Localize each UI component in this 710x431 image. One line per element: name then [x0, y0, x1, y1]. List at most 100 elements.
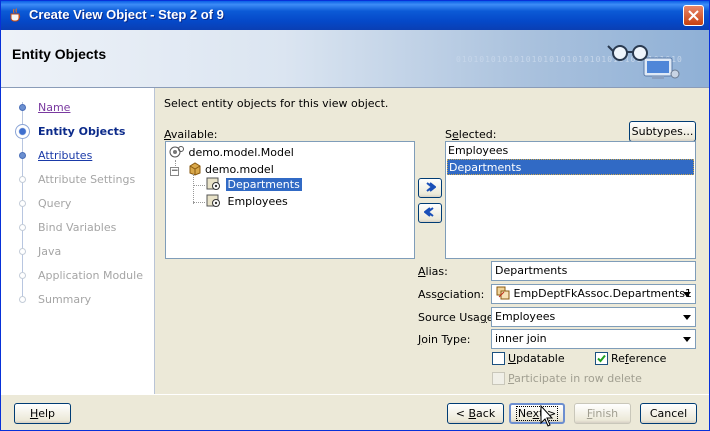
step-java: Java	[1, 242, 154, 262]
step-attribute-settings: Attribute Settings	[1, 170, 154, 190]
chevron-down-icon	[683, 292, 691, 297]
close-icon	[688, 10, 699, 21]
step-label: Java	[38, 245, 62, 258]
chevron-left-icon	[423, 207, 434, 217]
window-title: Create View Object - Step 2 of 9	[29, 7, 224, 22]
participate-label: Participate in row delete	[508, 372, 642, 385]
step-indicator-icon	[19, 296, 26, 303]
steps-sidebar: Name Entity Objects Attributes Attribute Se…	[1, 88, 155, 394]
join-type-combo[interactable]: inner join	[491, 329, 696, 349]
cancel-button[interactable]: Cancel	[640, 403, 697, 424]
available-label-text: vailable:	[170, 128, 218, 141]
finish-button[interactable]: Finish	[574, 403, 631, 424]
step-query: Query	[1, 194, 154, 214]
model-icon	[169, 146, 184, 158]
association-combo[interactable]: EmpDeptFkAssoc.Departments1	[491, 284, 696, 304]
mouse-cursor-icon	[540, 405, 554, 427]
step-indicator-icon	[19, 200, 26, 207]
participate-checkbox[interactable]	[492, 372, 505, 385]
source-usage-label: Source Usage:	[418, 311, 497, 324]
add-button[interactable]	[418, 178, 442, 198]
step-indicator-icon	[19, 248, 26, 255]
selected-list-item[interactable]: Employees	[447, 143, 694, 159]
step-label: Attribute Settings	[38, 173, 136, 186]
tree-item-employees[interactable]: Employees	[206, 194, 290, 210]
tree-package-label: demo.model	[205, 163, 274, 176]
selected-label-rest: lected:	[458, 128, 497, 141]
alias-field[interactable]: Departments	[491, 261, 696, 281]
available-label: Available:	[164, 128, 218, 141]
instruction-text: Select entity objects for this view obje…	[164, 97, 389, 110]
tree-root-row[interactable]: demo.model.Model	[169, 145, 294, 161]
next-button[interactable]: Next >	[509, 403, 565, 424]
step-indicator-icon	[19, 224, 26, 231]
help-button[interactable]: Help	[14, 403, 71, 424]
chevron-right-icon	[426, 182, 437, 192]
selected-label: Selected:	[445, 128, 496, 141]
package-icon	[189, 162, 200, 176]
step-application-module: Application Module	[1, 266, 154, 286]
tree-root-label: demo.model.Model	[188, 146, 294, 159]
create-view-object-dialog: Create View Object - Step 2 of 9 Entity …	[0, 0, 710, 431]
step-indicator-icon	[19, 176, 26, 183]
join-type-value: inner join	[495, 332, 547, 345]
selected-label-mnemonic: e	[451, 128, 459, 141]
chevron-down-icon	[683, 315, 691, 320]
remove-button[interactable]	[418, 203, 442, 223]
tree-item-departments[interactable]: Departments	[206, 177, 302, 193]
association-icon	[496, 286, 510, 300]
glasses-monitor-icon	[607, 45, 680, 79]
step-label: Query	[38, 197, 72, 210]
back-button[interactable]: < Back	[447, 403, 504, 424]
checkmark-icon	[597, 354, 606, 363]
reference-checkbox[interactable]	[595, 352, 608, 365]
tree-item-employees-label: Employees	[227, 195, 288, 208]
step-label: Name	[38, 101, 71, 114]
updatable-label: Updatable	[508, 352, 565, 365]
close-button[interactable]	[683, 5, 704, 26]
association-label: Association:	[418, 288, 485, 301]
step-label: Summary	[38, 293, 92, 306]
available-tree[interactable]: demo.model.Model − demo.model Department…	[165, 141, 415, 259]
page-title: Entity Objects	[12, 46, 107, 62]
title-bar[interactable]: Create View Object - Step 2 of 9	[1, 1, 709, 30]
tree-connector	[193, 185, 205, 186]
association-value: EmpDeptFkAssoc.Departments1	[513, 287, 692, 300]
step-summary: Summary	[1, 290, 154, 310]
step-label: Entity Objects	[38, 125, 126, 138]
updatable-checkbox[interactable]	[492, 352, 505, 365]
chevron-down-icon	[683, 337, 691, 342]
selected-list-item[interactable]: Departments	[447, 159, 694, 175]
step-entity-objects[interactable]: Entity Objects	[1, 122, 154, 142]
step-indicator-icon	[19, 272, 26, 279]
source-usage-value: Employees	[495, 310, 556, 323]
step-attributes[interactable]: Attributes	[1, 146, 154, 166]
coffee-cup-icon	[10, 8, 21, 22]
step-indicator-icon	[15, 124, 30, 139]
source-usage-combo[interactable]: Employees	[491, 307, 696, 327]
step-label: Bind Variables	[38, 221, 117, 234]
main-panel: Select entity objects for this view obje…	[155, 88, 709, 394]
selected-label-first: S	[445, 128, 452, 141]
collapse-icon[interactable]: −	[170, 167, 179, 176]
step-label: Application Module	[38, 269, 143, 282]
step-indicator-icon	[19, 104, 26, 111]
tree-connector	[193, 174, 194, 204]
join-type-label: Join Type:	[418, 333, 471, 346]
subtypes-button[interactable]: Subtypes...	[629, 121, 696, 142]
subtypes-button-label: Subtypes...	[631, 125, 694, 138]
step-bind-variables: Bind Variables	[1, 218, 154, 238]
entity-object-icon	[206, 194, 220, 207]
entity-object-icon	[206, 177, 220, 190]
cancel-button-label: Cancel	[649, 407, 688, 420]
step-name[interactable]: Name	[1, 98, 154, 118]
tree-connector	[193, 202, 205, 203]
step-indicator-icon	[19, 152, 26, 159]
page-header: Entity Objects 0101010101010101010101010…	[1, 30, 709, 88]
alias-label: Alias:	[418, 265, 448, 278]
selected-list[interactable]: Employees Departments	[445, 141, 696, 259]
tree-package-row[interactable]: − demo.model	[170, 162, 274, 178]
step-label: Attributes	[38, 149, 93, 162]
reference-label: Reference	[611, 352, 667, 365]
tree-item-departments-label: Departments	[225, 178, 302, 191]
